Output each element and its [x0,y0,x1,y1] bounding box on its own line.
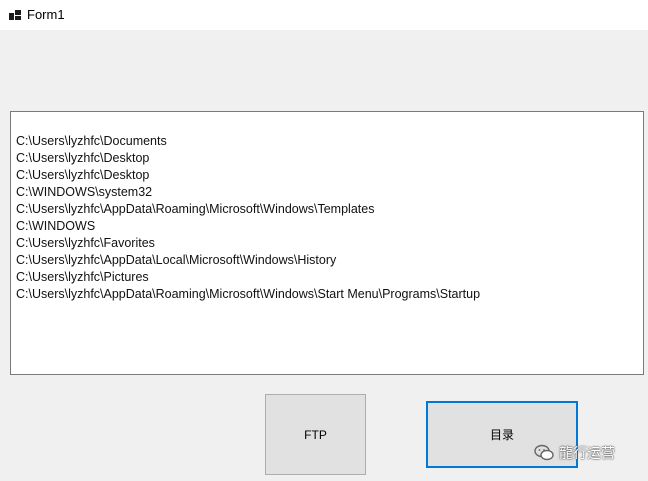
path-line: C:\Users\lyzhfc\AppData\Roaming\Microsof… [16,287,481,301]
ftp-button[interactable]: FTP [265,394,366,475]
path-line: C:\Users\lyzhfc\AppData\Roaming\Microsof… [16,202,375,216]
path-list-textbox[interactable]: C:\Users\lyzhfc\Documents C:\Users\lyzhf… [10,111,644,375]
window-title: Form1 [27,7,65,22]
watermark: 龍行运营 [533,441,615,465]
path-line: C:\WINDOWS [16,219,96,233]
path-line: C:\Users\lyzhfc\Desktop [16,151,150,165]
watermark-text: 龍行运营 [559,445,615,461]
path-line: C:\Users\lyzhfc\Pictures [16,270,149,284]
path-line: C:\Users\lyzhfc\AppData\Local\Microsoft\… [16,253,337,267]
path-line: C:\Users\lyzhfc\Documents [16,134,167,148]
path-line: C:\Users\lyzhfc\Desktop [16,168,150,182]
app-icon [9,10,21,20]
wechat-icon [534,444,554,461]
title-bar: Form1 [0,0,648,30]
path-line: C:\WINDOWS\system32 [16,185,153,199]
path-line: C:\Users\lyzhfc\Favorites [16,236,155,250]
